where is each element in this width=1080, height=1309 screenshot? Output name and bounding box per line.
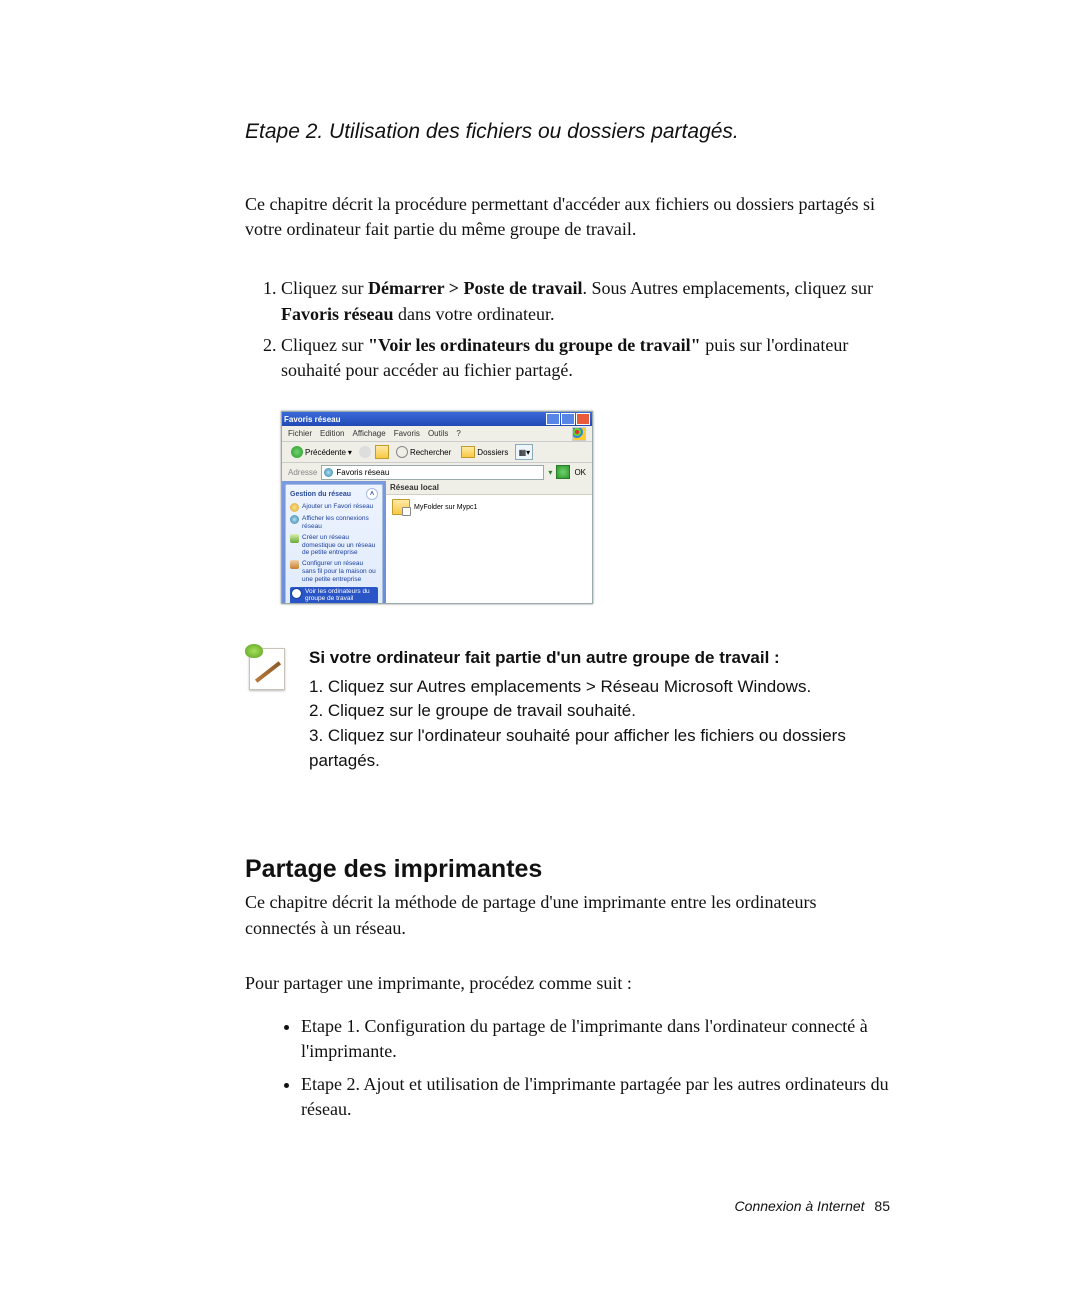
label: Créer un réseau domestique ou un réseau … xyxy=(302,534,378,557)
main-list: Cliquez sur Démarrer > Poste de travail.… xyxy=(245,276,890,383)
window-controls xyxy=(546,413,590,425)
list-item: Etape 1. Configuration du partage de l'i… xyxy=(301,1014,890,1064)
folders-button[interactable]: Dossiers xyxy=(458,444,511,460)
footer-label: Connexion à Internet xyxy=(735,1198,865,1214)
menu-item[interactable]: Outils xyxy=(428,429,448,438)
column-header[interactable]: Réseau local xyxy=(386,481,592,495)
network-icon xyxy=(324,468,333,477)
window-titlebar: Favoris réseau xyxy=(282,412,592,426)
task-create-network[interactable]: Créer un réseau domestique ou un réseau … xyxy=(290,534,378,557)
up-folder-icon[interactable] xyxy=(375,445,389,459)
text: dans votre ordinateur. xyxy=(393,304,554,324)
tasks-panel: Gestion du réseau ˄ Ajouter un Favori ré… xyxy=(285,484,383,603)
task-add-favorite[interactable]: Ajouter un Favori réseau xyxy=(290,503,378,512)
text: Cliquez sur xyxy=(281,278,368,298)
forward-button[interactable] xyxy=(359,446,371,458)
wireless-icon xyxy=(290,560,299,569)
address-bar: Adresse Favoris réseau ▾ OK xyxy=(282,463,592,481)
address-label: Adresse xyxy=(288,468,317,477)
menu-item[interactable]: Edition xyxy=(320,429,344,438)
bold-text: Favoris réseau xyxy=(281,304,393,324)
list-item: Cliquez sur "Voir les ordinateurs du gro… xyxy=(281,333,890,383)
close-icon[interactable] xyxy=(576,413,590,425)
network-icon xyxy=(290,515,299,524)
back-button[interactable]: Précédente ▾ xyxy=(288,444,355,460)
toolbar: Précédente ▾ Rechercher Dossiers ▦▾ xyxy=(282,442,592,463)
text: . Sous Autres emplacements, cliquez sur xyxy=(583,278,873,298)
address-value: Favoris réseau xyxy=(336,468,389,477)
menu-item[interactable]: Fichier xyxy=(288,429,312,438)
minimize-icon[interactable] xyxy=(546,413,560,425)
note-line: 3. Cliquez sur l'ordinateur souhaité pou… xyxy=(309,724,890,773)
menu-item[interactable]: Affichage xyxy=(352,429,385,438)
list-item: Etape 2. Ajout et utilisation de l'impri… xyxy=(301,1072,890,1122)
favorite-icon xyxy=(290,503,299,512)
bullet-list: Etape 1. Configuration du partage de l'i… xyxy=(245,1014,890,1123)
search-icon xyxy=(396,446,408,458)
shared-folder-icon xyxy=(392,499,410,515)
shared-item[interactable]: MyFolder sur Mypc1 xyxy=(386,495,592,519)
address-field[interactable]: Favoris réseau xyxy=(321,465,544,480)
label: Voir les ordinateurs du groupe de travai… xyxy=(305,588,377,604)
panel-header[interactable]: Gestion du réseau ˄ xyxy=(290,488,378,500)
intro-para: Ce chapitre décrit la procédure permetta… xyxy=(245,192,890,242)
menu-item[interactable]: Favoris xyxy=(394,429,420,438)
page-footer: Connexion à Internet 85 xyxy=(735,1198,890,1214)
label: Ajouter un Favori réseau xyxy=(302,503,373,511)
item-label: MyFolder sur Mypc1 xyxy=(414,504,477,511)
wizard-icon xyxy=(290,534,299,543)
section-heading: Partage des imprimantes xyxy=(245,855,890,884)
windows-logo-icon xyxy=(572,427,586,441)
menu-bar: Fichier Edition Affichage Favoris Outils… xyxy=(282,426,592,442)
label: Rechercher xyxy=(410,448,451,457)
task-view-connections[interactable]: Afficher les connexions réseau xyxy=(290,515,378,531)
folder-icon xyxy=(461,446,475,458)
note-line: 2. Cliquez sur le groupe de travail souh… xyxy=(309,699,890,724)
views-button[interactable]: ▦▾ xyxy=(515,444,533,460)
text: Cliquez sur xyxy=(281,335,368,355)
go-button[interactable] xyxy=(556,465,570,479)
step-title: Etape 2. Utilisation des fichiers ou dos… xyxy=(245,120,890,144)
go-label: OK xyxy=(574,468,586,477)
list-item: Cliquez sur Démarrer > Poste de travail.… xyxy=(281,276,890,326)
task-configure-wireless[interactable]: Configurer un réseau sans fil pour la ma… xyxy=(290,560,378,583)
section-para: Ce chapitre décrit la méthode de partage… xyxy=(245,890,890,940)
panel-title: Gestion du réseau xyxy=(290,491,351,498)
label: Configurer un réseau sans fil pour la ma… xyxy=(302,560,378,583)
content-pane: Réseau local MyFolder sur Mypc1 xyxy=(386,481,592,603)
search-button[interactable]: Rechercher xyxy=(393,444,454,460)
chevron-up-icon: ˄ xyxy=(366,488,378,500)
window-title: Favoris réseau xyxy=(284,415,340,424)
label: Afficher les connexions réseau xyxy=(302,515,378,531)
menu-item[interactable]: ? xyxy=(456,429,460,438)
section-para: Pour partager une imprimante, procédez c… xyxy=(245,971,890,996)
note-box: Si votre ordinateur fait partie d'un aut… xyxy=(245,646,890,773)
note-line: 1. Cliquez sur Autres emplacements > Rés… xyxy=(309,675,890,700)
screenshot-favoris-reseau: Favoris réseau Fichier Edition Affichage… xyxy=(281,411,593,604)
back-icon xyxy=(291,446,303,458)
label: Dossiers xyxy=(477,448,508,457)
label: Précédente xyxy=(305,448,346,457)
tasks-pane: Gestion du réseau ˄ Ajouter un Favori ré… xyxy=(282,481,386,603)
note-heading: Si votre ordinateur fait partie d'un aut… xyxy=(309,646,890,671)
bold-text: "Voir les ordinateurs du groupe de trava… xyxy=(368,335,701,355)
note-icon xyxy=(245,646,291,692)
bold-text: Démarrer > Poste de travail xyxy=(368,278,583,298)
maximize-icon[interactable] xyxy=(561,413,575,425)
page-number: 85 xyxy=(874,1198,890,1214)
workgroup-icon xyxy=(291,588,302,599)
task-view-workgroup[interactable]: Voir les ordinateurs du groupe de travai… xyxy=(290,587,378,604)
